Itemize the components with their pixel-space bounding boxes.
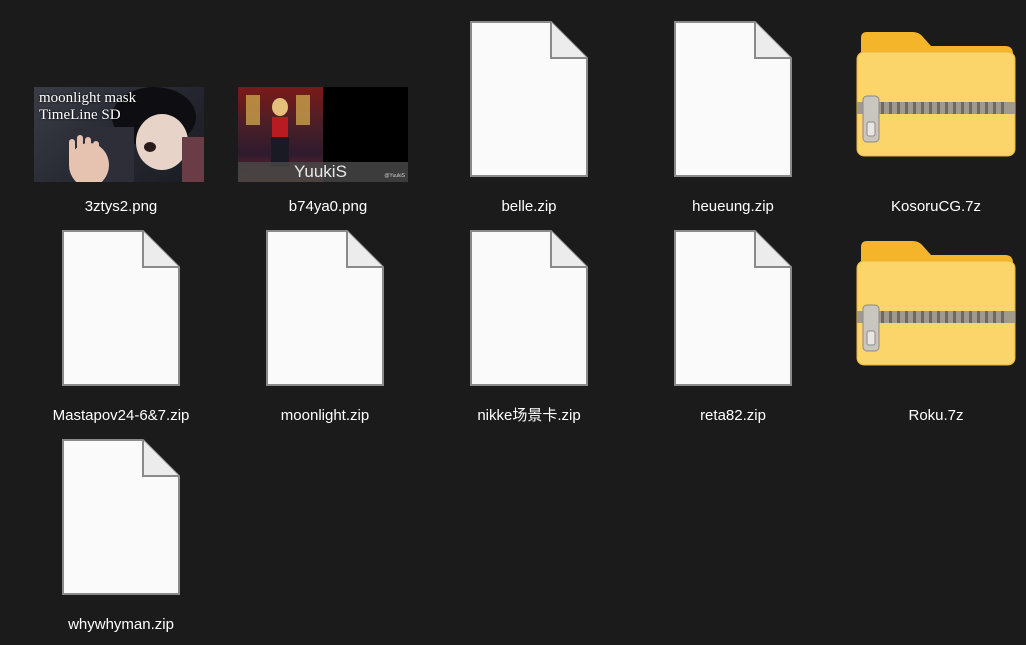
blank-document-icon <box>638 20 828 195</box>
blank-document-icon <box>230 229 420 404</box>
preview-title-line2: TimeLine SD <box>39 107 121 123</box>
file-name: KosoruCG.7z <box>890 198 982 215</box>
file-name: Mastapov24-6&7.zip <box>52 407 190 424</box>
file-grid-view: moonlight mask TimeLine SD 3ztys2.png Yu… <box>0 0 1026 645</box>
file-item-3ztys2-png[interactable]: moonlight mask TimeLine SD 3ztys2.png <box>26 20 216 225</box>
file-item-kosorucg-7z[interactable]: KosoruCG.7z <box>841 20 1026 225</box>
preview-watermark-text: YuukiS <box>294 162 347 181</box>
preview-credit-text: @YuukiS <box>384 173 405 179</box>
file-item-belle-zip[interactable]: belle.zip <box>434 20 624 225</box>
file-name: reta82.zip <box>700 407 766 424</box>
file-name: 3ztys2.png <box>84 198 158 215</box>
file-item-nikke-zip[interactable]: nikke场景卡.zip <box>434 229 624 434</box>
file-name: heueung.zip <box>692 198 774 215</box>
blank-document-icon <box>26 438 216 613</box>
file-item-heueung-zip[interactable]: heueung.zip <box>638 20 828 225</box>
blank-document-icon <box>434 229 624 404</box>
file-name: Roku.7z <box>908 407 964 424</box>
zipped-folder-icon <box>841 20 1026 195</box>
blank-document-icon <box>638 229 828 404</box>
file-name: belle.zip <box>501 198 557 215</box>
image-thumbnail: YuukiS @YuukiS <box>233 20 423 195</box>
image-preview-3ztys2: moonlight mask TimeLine SD <box>34 87 204 182</box>
file-item-moonlight-zip[interactable]: moonlight.zip <box>230 229 420 434</box>
image-preview-b74ya0: YuukiS @YuukiS <box>238 87 408 182</box>
file-name: nikke场景卡.zip <box>477 407 581 424</box>
file-name: moonlight.zip <box>280 407 370 424</box>
file-name: b74ya0.png <box>288 198 368 215</box>
file-item-roku-7z[interactable]: Roku.7z <box>841 229 1026 434</box>
blank-document-icon <box>434 20 624 195</box>
file-item-whywhyman-zip[interactable]: whywhyman.zip <box>26 438 216 643</box>
file-item-b74ya0-png[interactable]: YuukiS @YuukiS b74ya0.png <box>233 20 423 225</box>
file-name: whywhyman.zip <box>68 616 174 633</box>
zipped-folder-icon <box>841 229 1026 404</box>
blank-document-icon <box>26 229 216 404</box>
file-item-reta82-zip[interactable]: reta82.zip <box>638 229 828 434</box>
file-item-mastapov24-zip[interactable]: Mastapov24-6&7.zip <box>26 229 216 434</box>
preview-title-line1: moonlight mask <box>39 90 137 106</box>
image-thumbnail: moonlight mask TimeLine SD <box>26 20 216 195</box>
